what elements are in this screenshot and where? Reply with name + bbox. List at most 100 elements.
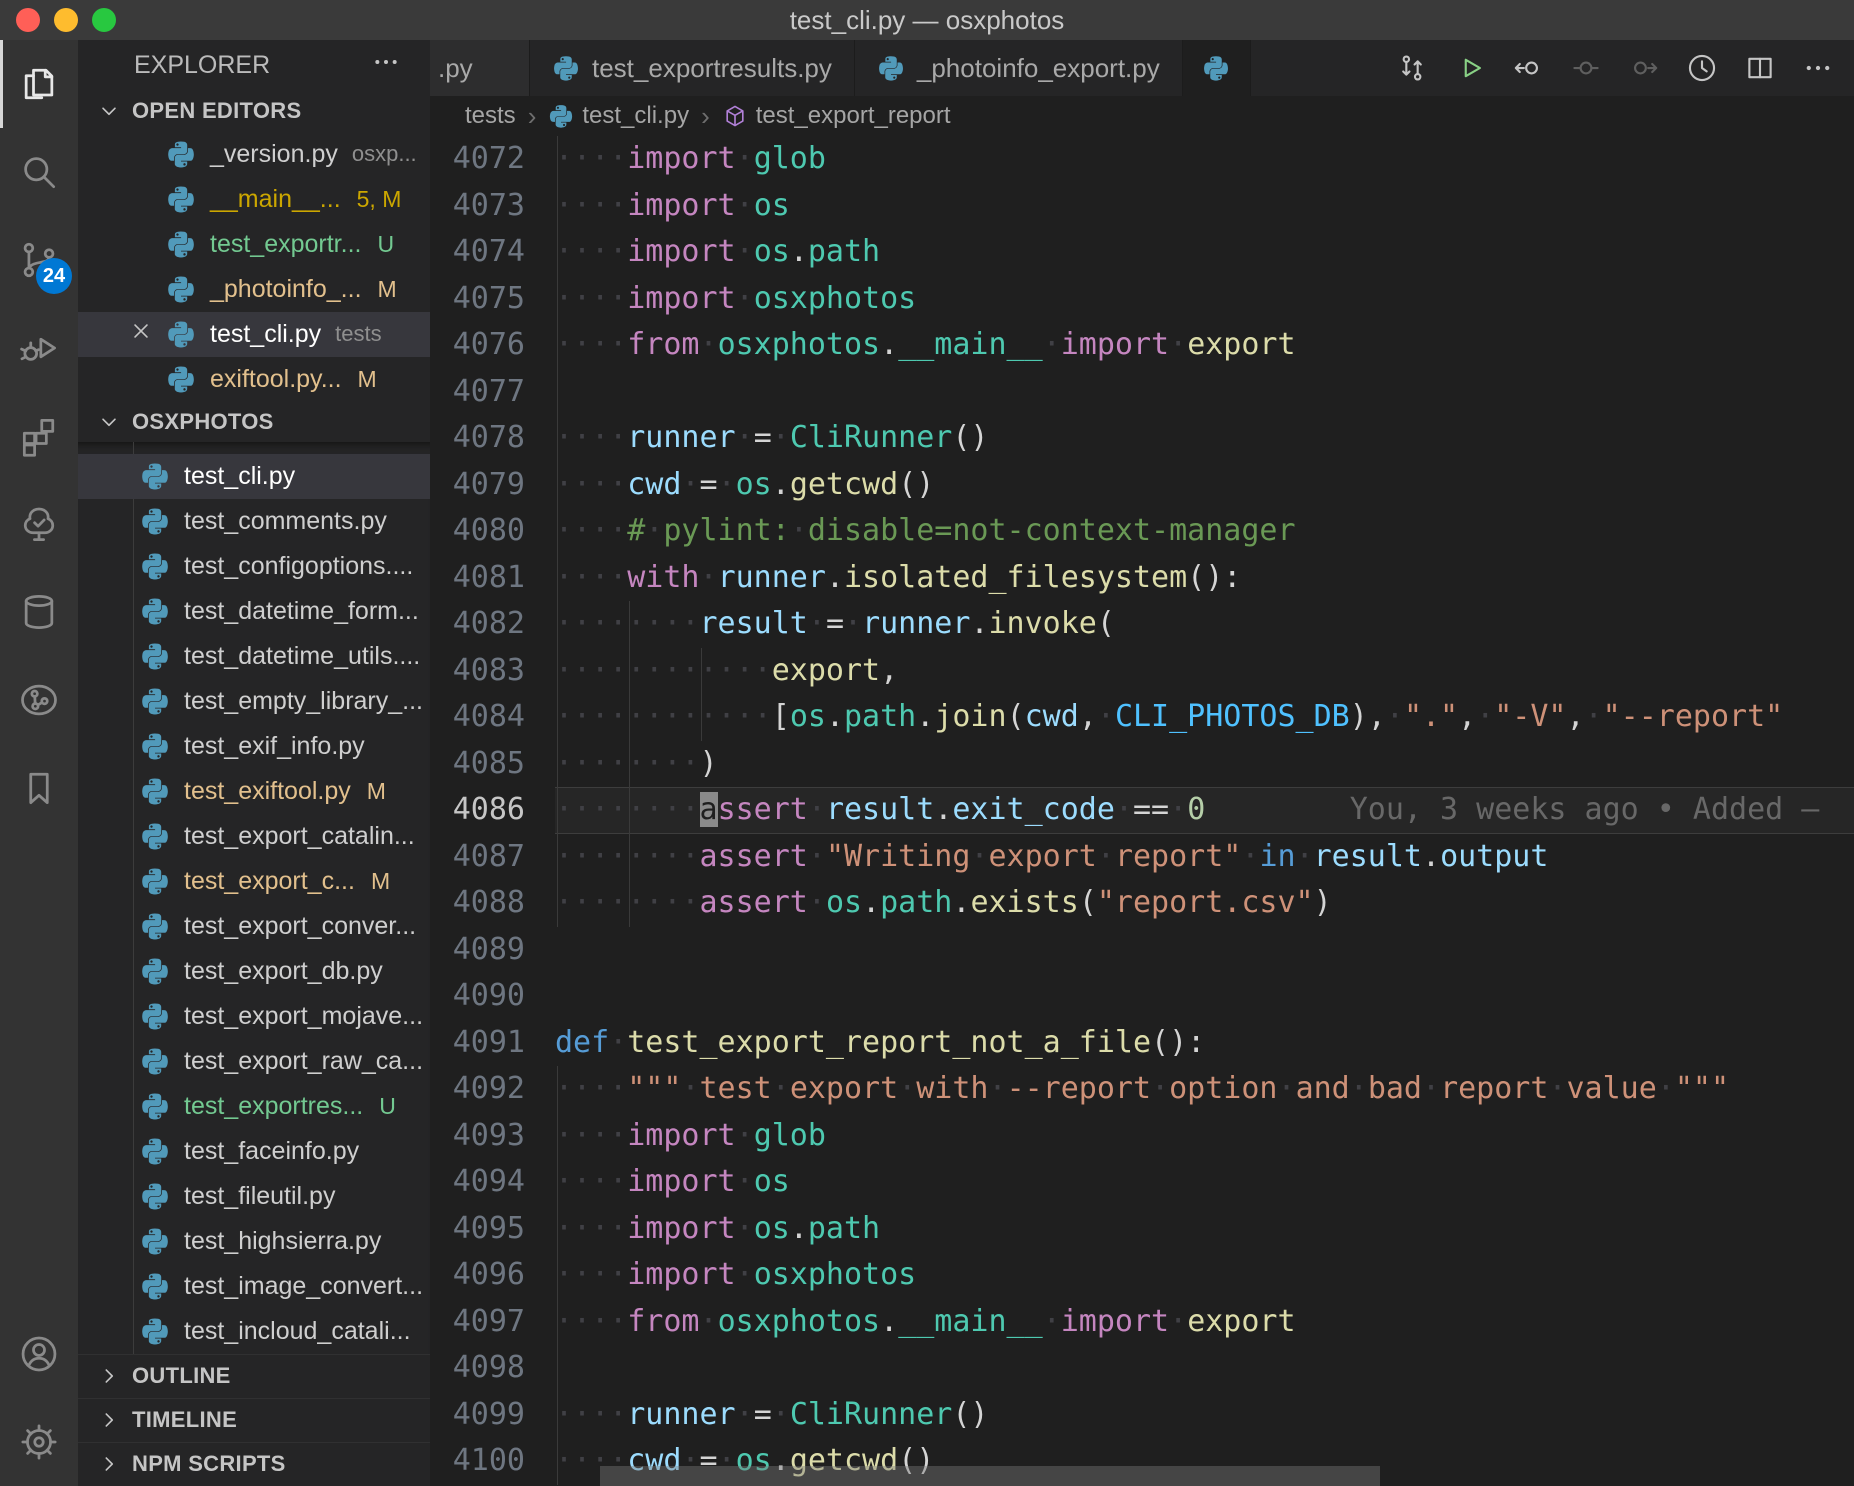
tree-item[interactable]: test_empty_library_...	[78, 679, 430, 724]
code-line[interactable]: 4078····runner·=·CliRunner()	[430, 415, 1854, 462]
line-number[interactable]: 4080	[430, 508, 555, 555]
code-line[interactable]: 4099····runner·=·CliRunner()	[430, 1392, 1854, 1439]
line-number[interactable]: 4077	[430, 369, 555, 416]
line-number[interactable]: 4079	[430, 462, 555, 509]
previous-change-icon[interactable]	[1504, 44, 1552, 92]
breadcrumb-item[interactable]: test_export_report	[722, 102, 951, 130]
line-number[interactable]: 4093	[430, 1113, 555, 1160]
activity-bar-account-icon[interactable]	[0, 1310, 78, 1398]
sidebar-section-npm-scripts[interactable]: NPM SCRIPTS	[78, 1442, 430, 1486]
tab-_photoinfo_export.py[interactable]: _photoinfo_export.py	[855, 40, 1183, 96]
activity-bar-database-icon[interactable]	[0, 568, 78, 656]
line-number[interactable]: 4092	[430, 1066, 555, 1113]
code-line[interactable]: 4088········assert·os.path.exists("repor…	[430, 880, 1854, 927]
tree-item[interactable]: test_exportres...U	[78, 1084, 430, 1129]
code-line[interactable]: 4096····import·osxphotos	[430, 1252, 1854, 1299]
line-number[interactable]: 4099	[430, 1392, 555, 1439]
line-number[interactable]: 4085	[430, 741, 555, 788]
line-number[interactable]: 4073	[430, 183, 555, 230]
breadcrumb-item[interactable]: tests	[465, 102, 516, 130]
code-line[interactable]: 4086········assert·result.exit_code·==·0…	[430, 787, 1854, 834]
tree-item[interactable]: test_exif_info.py	[78, 724, 430, 769]
activity-bar-test-explorer-icon[interactable]	[0, 480, 78, 568]
open-editor-item[interactable]: __main__...5, M	[78, 177, 430, 222]
code-line[interactable]: 4080····#·pylint:·disable=not-context-ma…	[430, 508, 1854, 555]
tree-item[interactable]: test_export_db.py	[78, 949, 430, 994]
code-line[interactable]: 4073····import·os	[430, 183, 1854, 230]
code-line[interactable]: 4091def·test_export_report_not_a_file():	[430, 1020, 1854, 1067]
tree-item[interactable]: test_fileutil.py	[78, 1174, 430, 1219]
line-number[interactable]: 4089	[430, 927, 555, 974]
open-editors-header[interactable]: OPEN EDITORS	[78, 91, 430, 131]
tab-.py[interactable]: .py	[430, 40, 530, 96]
code-line[interactable]: 4082········result·=·runner.invoke(	[430, 601, 1854, 648]
line-number[interactable]: 4096	[430, 1252, 555, 1299]
line-number[interactable]: 4072	[430, 136, 555, 183]
activity-bar-run-debug-icon[interactable]	[0, 304, 78, 392]
tree-item[interactable]: test_comments.py	[78, 499, 430, 544]
code-line[interactable]: 4079····cwd·=·os.getcwd()	[430, 462, 1854, 509]
change-icon[interactable]	[1562, 44, 1610, 92]
open-editor-item[interactable]: test_exportr...U	[78, 222, 430, 267]
run-python-icon[interactable]	[1446, 44, 1494, 92]
line-number[interactable]: 4076	[430, 322, 555, 369]
line-number[interactable]: 4094	[430, 1159, 555, 1206]
activity-bar-extensions-icon[interactable]	[0, 392, 78, 480]
code-line[interactable]: 4072····import·glob	[430, 136, 1854, 183]
code-line[interactable]: 4083············export,	[430, 648, 1854, 695]
code-line[interactable]: 4094····import·os	[430, 1159, 1854, 1206]
close-window-button[interactable]	[16, 8, 40, 32]
maximize-window-button[interactable]	[92, 8, 116, 32]
line-number[interactable]: 4095	[430, 1206, 555, 1253]
tree-item[interactable]: test_export_conver...	[78, 904, 430, 949]
code-line[interactable]: 4089	[430, 927, 1854, 974]
code-line[interactable]: 4087········assert·"Writing·export·repor…	[430, 834, 1854, 881]
code-line[interactable]: 4097····from·osxphotos.__main__·import·e…	[430, 1299, 1854, 1346]
line-number[interactable]: 4081	[430, 555, 555, 602]
tree-item[interactable]: test_configoptions....	[78, 544, 430, 589]
code-line[interactable]: 4074····import·os.path	[430, 229, 1854, 276]
tree-item[interactable]: test_image_convert...	[78, 1264, 430, 1309]
project-section-header[interactable]: OSXPHOTOS	[78, 402, 430, 442]
code-line[interactable]: 4085········)	[430, 741, 1854, 788]
tree-item[interactable]: test_highsierra.py	[78, 1219, 430, 1264]
tree-item[interactable]: test_exiftool.pyM	[78, 769, 430, 814]
line-number[interactable]: 4087	[430, 834, 555, 881]
code-editor[interactable]: 4072····import·glob4073····import·os4074…	[430, 136, 1854, 1486]
pinned-active-tab[interactable]	[1183, 40, 1251, 96]
line-number[interactable]: 4084	[430, 694, 555, 741]
code-line[interactable]: 4075····import·osxphotos	[430, 276, 1854, 323]
code-line[interactable]: 4098	[430, 1345, 1854, 1392]
activity-bar-source-control-icon[interactable]: 24	[0, 216, 78, 304]
tree-item[interactable]: test_faceinfo.py	[78, 1129, 430, 1174]
explorer-more-actions-icon[interactable]	[370, 46, 402, 85]
line-number[interactable]: 4097	[430, 1299, 555, 1346]
tree-item[interactable]: test_incloud_catali...	[78, 1309, 430, 1354]
line-number[interactable]: 4078	[430, 415, 555, 462]
tree-item[interactable]: test_export_c...M	[78, 859, 430, 904]
more-actions-icon[interactable]	[1794, 44, 1842, 92]
code-line[interactable]: 4081····with·runner.isolated_filesystem(…	[430, 555, 1854, 602]
breadcrumb-item[interactable]: test_cli.py	[548, 102, 689, 130]
line-number[interactable]: 4075	[430, 276, 555, 323]
tree-item[interactable]: test_datetime_utils....	[78, 634, 430, 679]
tree-item[interactable]: test_datetime_form...	[78, 589, 430, 634]
tab-test_exportresults.py[interactable]: test_exportresults.py	[530, 40, 855, 96]
line-number[interactable]: 4082	[430, 601, 555, 648]
tree-item[interactable]: test_export_raw_ca...	[78, 1039, 430, 1084]
horizontal-scrollbar[interactable]	[600, 1466, 1380, 1486]
compare-changes-icon[interactable]	[1388, 44, 1436, 92]
file-history-icon[interactable]	[1678, 44, 1726, 92]
line-number[interactable]: 4074	[430, 229, 555, 276]
line-number[interactable]: 4088	[430, 880, 555, 927]
code-line[interactable]: 4093····import·glob	[430, 1113, 1854, 1160]
code-line[interactable]: 4095····import·os.path	[430, 1206, 1854, 1253]
open-editor-item[interactable]: exiftool.py...M	[78, 357, 430, 402]
open-editor-item[interactable]: _photoinfo_...M	[78, 267, 430, 312]
activity-bar-bookmarks-icon[interactable]	[0, 744, 78, 832]
activity-bar-gitlens-icon[interactable]	[0, 656, 78, 744]
close-icon[interactable]	[128, 318, 158, 351]
split-editor-icon[interactable]	[1736, 44, 1784, 92]
line-number[interactable]: 4100	[430, 1438, 555, 1485]
next-change-icon[interactable]	[1620, 44, 1668, 92]
